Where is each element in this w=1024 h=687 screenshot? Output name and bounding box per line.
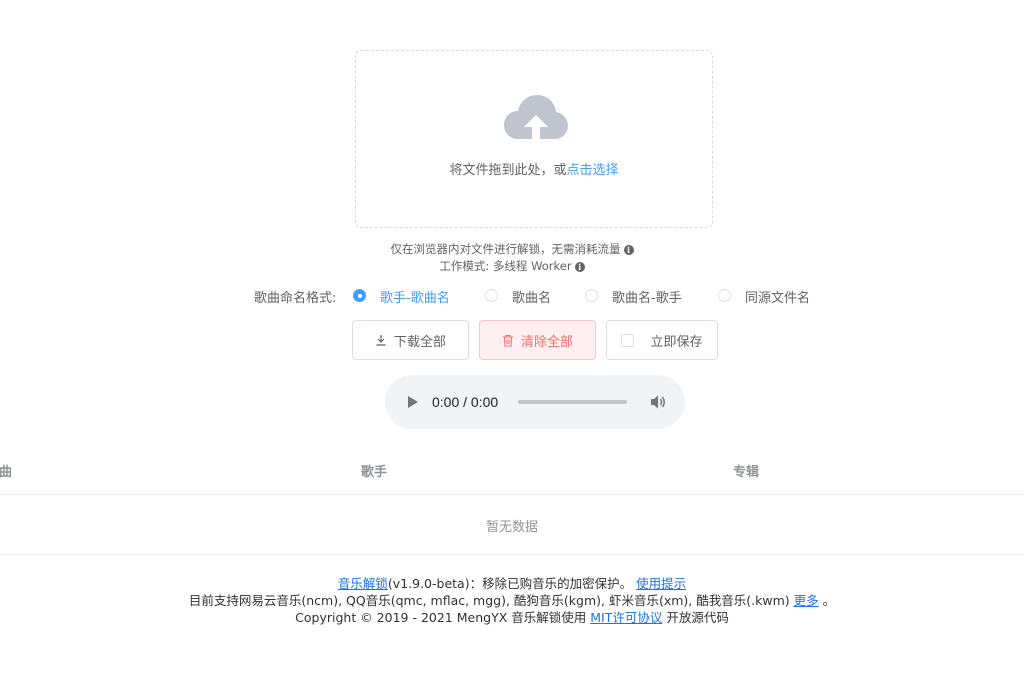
- upload-text-prefix: 将文件拖到此处，或: [449, 163, 567, 178]
- footer-line-3: Copyright © 2019 - 2021 MengYX 音乐解锁使用 MI…: [0, 609, 1024, 626]
- worker-mode-text: 工作模式: 多线程 Worker: [439, 259, 572, 273]
- supported-formats-text: 目前支持网易云音乐(ncm), QQ音乐(qmc, mflac, mgg), 酷…: [188, 593, 790, 608]
- upload-dropzone[interactable]: 将文件拖到此处，或点击选择: [355, 50, 713, 228]
- cloud-upload-icon: [504, 95, 568, 139]
- version-text: (v1.9.0-beta)：移除已购音乐的加密保护。: [387, 576, 633, 591]
- volume-icon[interactable]: [650, 394, 668, 410]
- mit-license-link[interactable]: MIT许可协议: [590, 610, 662, 625]
- table-header-divider: [0, 494, 1024, 495]
- table-empty-text: 暂无数据: [485, 520, 538, 535]
- table-header-album: 专辑: [733, 465, 760, 480]
- footer-period: 。: [822, 593, 836, 608]
- audio-player: 0:00 / 0:00: [385, 375, 685, 429]
- radio-dot[interactable]: [718, 289, 731, 302]
- radio-dot[interactable]: [585, 289, 598, 302]
- local-unlock-tip: 仅在浏览器内对文件进行解锁，无需消耗流量 i: [0, 241, 1024, 257]
- footer-line-2: 目前支持网易云音乐(ncm), QQ音乐(qmc, mflac, mgg), 酷…: [0, 592, 1024, 609]
- local-unlock-tip-text: 仅在浏览器内对文件进行解锁，无需消耗流量: [390, 242, 621, 256]
- worker-mode-tip: 工作模式: 多线程 Worker i: [0, 258, 1024, 274]
- table-header-song: 歌曲: [0, 465, 13, 480]
- download-all-button[interactable]: 下载全部: [352, 320, 469, 360]
- naming-format-label: 歌曲命名格式:: [254, 291, 337, 306]
- radio-label: 歌曲名: [512, 291, 552, 306]
- radio-label: 同源文件名: [745, 291, 811, 306]
- radio-dot[interactable]: [353, 289, 366, 302]
- save-now-toggle[interactable]: 立即保存: [606, 320, 718, 360]
- app-link[interactable]: 音乐解锁: [338, 576, 388, 591]
- more-link[interactable]: 更多: [794, 593, 819, 608]
- trash-icon: [502, 334, 514, 347]
- save-now-checkbox[interactable]: [621, 333, 635, 347]
- audio-progress-track[interactable]: [518, 400, 627, 404]
- radio-dot[interactable]: [485, 289, 498, 302]
- usage-tips-link[interactable]: 使用提示: [636, 576, 686, 591]
- download-all-label: 下载全部: [393, 334, 446, 350]
- radio-label: 歌曲名-歌手: [612, 291, 682, 306]
- info-icon[interactable]: i: [574, 262, 585, 272]
- upload-instructions: 将文件拖到此处，或点击选择: [356, 159, 712, 178]
- clear-all-label: 清除全部: [520, 334, 573, 350]
- clear-all-button[interactable]: 清除全部: [479, 320, 596, 360]
- click-select-link[interactable]: 点击选择: [567, 163, 619, 178]
- save-now-label: 立即保存: [650, 334, 703, 350]
- table-bottom-divider: [0, 554, 1024, 555]
- radio-label: 歌手-歌曲名: [380, 291, 450, 306]
- copyright-text: Copyright © 2019 - 2021 MengYX 音乐解锁使用: [295, 610, 587, 625]
- download-icon: [375, 334, 387, 346]
- open-source-text: 开放源代码: [666, 610, 729, 625]
- info-icon[interactable]: i: [623, 245, 634, 255]
- footer-line-1: 音乐解锁(v1.9.0-beta)：移除已购音乐的加密保护。 使用提示: [0, 575, 1024, 592]
- table-header-singer: 歌手: [361, 465, 388, 480]
- play-icon[interactable]: [407, 395, 419, 409]
- audio-time: 0:00 / 0:00: [432, 394, 499, 410]
